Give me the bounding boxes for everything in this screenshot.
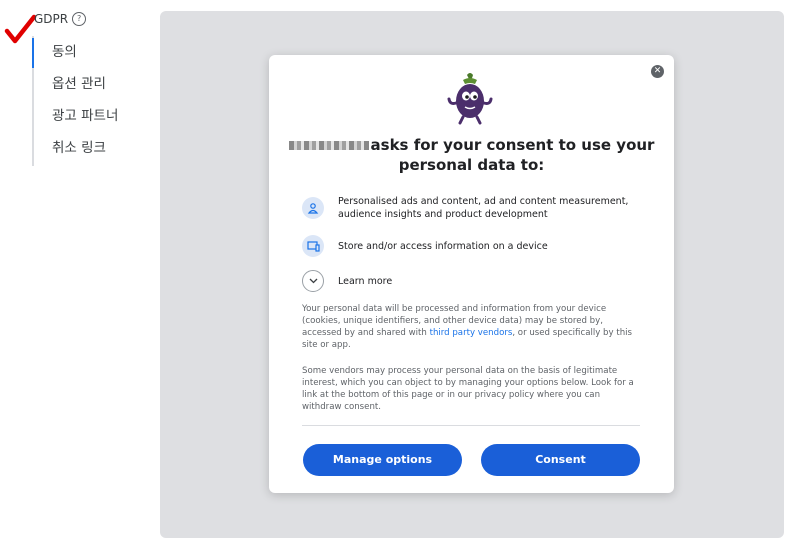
- sidebar-item-withdraw-link[interactable]: 취소 링크: [52, 134, 118, 166]
- divider: [302, 425, 640, 426]
- redacted-site-name: [288, 141, 369, 150]
- chevron-down-icon[interactable]: [302, 270, 324, 292]
- sidebar-item-manage-options[interactable]: 옵션 관리: [52, 70, 118, 102]
- learn-more-row[interactable]: Learn more: [302, 270, 638, 292]
- legitimate-interest-paragraph: Some vendors may process your personal d…: [302, 366, 634, 412]
- headline-line1: asks for your consent to use your: [370, 136, 655, 154]
- consent-dialog: ✕ asks for your consent to use your pers…: [269, 55, 674, 493]
- close-icon[interactable]: ✕: [651, 65, 664, 78]
- purpose-row: Store and/or access information on a dev…: [302, 235, 638, 257]
- consent-button[interactable]: Consent: [481, 444, 640, 476]
- learn-more-link[interactable]: Learn more: [338, 275, 638, 288]
- eggplant-mascot-logo: [447, 73, 493, 125]
- headline-line2: personal data to:: [398, 156, 545, 174]
- sidebar-item-consent[interactable]: 동의: [52, 38, 118, 70]
- manage-options-button[interactable]: Manage options: [303, 444, 462, 476]
- sidebar-nav: 동의 옵션 관리 광고 파트너 취소 링크: [52, 38, 118, 166]
- nav-active-indicator: [32, 38, 34, 68]
- purpose-text: Personalised ads and content, ad and con…: [338, 196, 629, 220]
- person-icon: [302, 197, 324, 219]
- purpose-row: Personalised ads and content, ad and con…: [302, 195, 638, 221]
- purpose-text: Store and/or access information on a dev…: [338, 240, 548, 252]
- data-processing-paragraph: Your personal data will be processed and…: [302, 303, 642, 351]
- third-party-vendors-link[interactable]: third party vendors: [430, 328, 513, 338]
- gdpr-title-label: GDPR: [34, 12, 69, 26]
- dialog-headline: asks for your consent to use your person…: [269, 135, 674, 175]
- help-circle-icon[interactable]: ?: [72, 12, 87, 26]
- device-icon: [302, 235, 324, 257]
- sidebar-item-ad-partners[interactable]: 광고 파트너: [52, 102, 118, 134]
- gdpr-section-title: GDPR ?: [34, 12, 87, 26]
